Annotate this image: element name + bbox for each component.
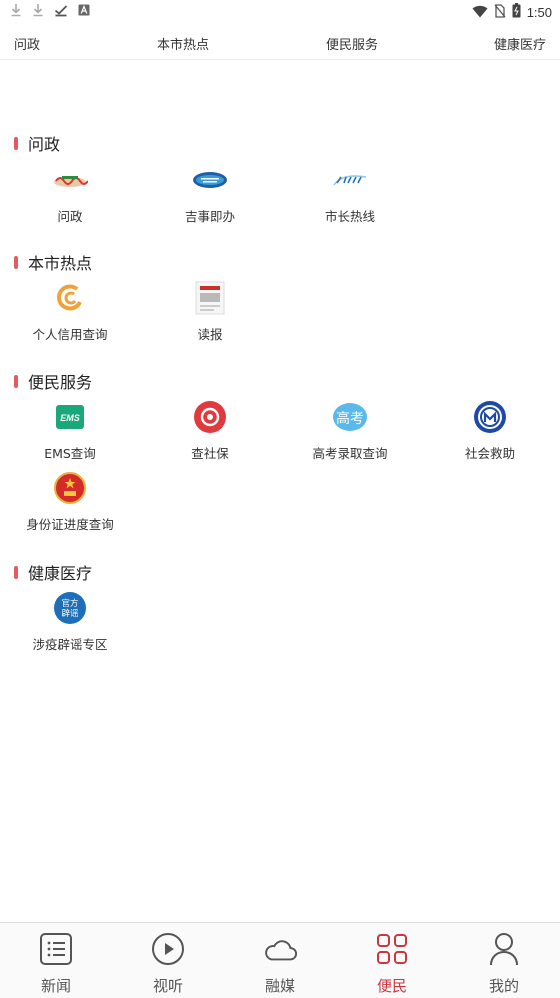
service-item-jishi[interactable]: 吉事即办 bbox=[140, 162, 280, 225]
nav-profile[interactable]: 我的 bbox=[448, 931, 560, 996]
section-title-hotspot: 本市热点 bbox=[14, 250, 92, 274]
service-item-social-aid[interactable]: 社会救助 bbox=[420, 399, 560, 462]
service-item-hotline[interactable]: 市长热线 bbox=[280, 162, 420, 225]
nav-service[interactable]: 便民 bbox=[336, 931, 448, 996]
credit-icon bbox=[52, 280, 88, 316]
download-icon bbox=[32, 3, 44, 17]
bottom-nav: 新闻 视听 融媒 便民 我的 bbox=[0, 922, 560, 998]
category-tabs: 问政 本市热点 便民服务 健康医疗 bbox=[0, 24, 560, 60]
rumor-refute-icon: 官方辟谣 bbox=[52, 590, 88, 626]
no-sim-icon bbox=[494, 3, 506, 22]
news-list-icon bbox=[38, 931, 74, 967]
nav-video[interactable]: 视听 bbox=[112, 931, 224, 996]
wenzheng-logo-icon bbox=[52, 162, 88, 198]
section-title-wenzheng: 问政 bbox=[14, 131, 60, 155]
status-bar: 1:50 bbox=[0, 0, 560, 24]
font-icon bbox=[78, 4, 90, 16]
social-aid-icon bbox=[472, 399, 508, 435]
download-icon bbox=[10, 3, 22, 17]
service-item-ems[interactable]: EMS EMS查询 bbox=[0, 399, 140, 462]
cloud-icon bbox=[262, 931, 298, 967]
service-item-newspaper[interactable]: 读报 bbox=[140, 280, 280, 343]
national-emblem-icon bbox=[52, 470, 88, 506]
newspaper-icon bbox=[192, 280, 228, 316]
section-marker bbox=[14, 565, 18, 579]
service-item-rumor[interactable]: 官方辟谣 涉疫辟谣专区 bbox=[0, 590, 140, 653]
nav-media[interactable]: 融媒 bbox=[224, 931, 336, 996]
service-item-credit[interactable]: 个人信用查询 bbox=[0, 280, 140, 343]
status-time: 1:50 bbox=[526, 5, 552, 20]
check-icon bbox=[54, 3, 68, 17]
battery-icon bbox=[512, 3, 521, 22]
tab-service[interactable]: 便民服务 bbox=[326, 34, 378, 53]
gaokao-icon: 高考 bbox=[332, 399, 368, 435]
tab-wenzheng[interactable]: 问政 bbox=[14, 34, 40, 53]
grid-icon bbox=[374, 931, 410, 967]
section-title-health: 健康医疗 bbox=[14, 560, 92, 584]
nav-news[interactable]: 新闻 bbox=[0, 931, 112, 996]
section-marker bbox=[14, 136, 18, 150]
ems-icon: EMS bbox=[52, 399, 88, 435]
svg-text:高考: 高考 bbox=[336, 410, 364, 427]
wifi-icon bbox=[472, 3, 488, 22]
play-circle-icon bbox=[150, 931, 186, 967]
jishi-logo-icon bbox=[192, 162, 228, 198]
service-item-id-card[interactable]: 身份证进度查询 bbox=[0, 470, 140, 533]
section-title-service: 便民服务 bbox=[14, 369, 92, 393]
svg-text:EMS: EMS bbox=[60, 413, 80, 423]
person-icon bbox=[486, 931, 522, 967]
section-marker bbox=[14, 374, 18, 388]
tab-hotspot[interactable]: 本市热点 bbox=[157, 34, 209, 53]
rumor-icon-text: 官方辟谣 bbox=[61, 598, 79, 619]
section-marker bbox=[14, 255, 18, 269]
service-item-wenzheng[interactable]: 问政 bbox=[0, 162, 140, 225]
tab-health[interactable]: 健康医疗 bbox=[494, 34, 546, 53]
social-security-icon bbox=[192, 399, 228, 435]
hotline-12345-icon bbox=[332, 162, 368, 198]
service-item-social-security[interactable]: 查社保 bbox=[140, 399, 280, 462]
service-item-gaokao[interactable]: 高考 高考录取查询 bbox=[280, 399, 420, 462]
